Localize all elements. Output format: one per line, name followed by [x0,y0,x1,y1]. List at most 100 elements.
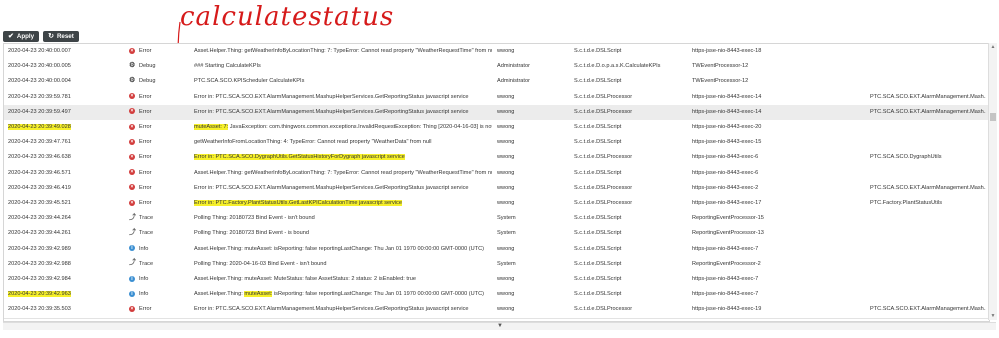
log-row[interactable]: 2020-04-23 20:39:35.503 × Error Error in: P… [4,302,989,319]
timestamp-text: 2020-04-23 20:39:42.989 [8,245,71,252]
timestamp-text: 2020-04-23 20:39:42.963 [8,291,71,298]
user-cell: System [497,260,516,267]
scroll-down-icon[interactable]: ▼ [990,313,996,319]
trace-icon: ⤴ [129,259,136,267]
log-row[interactable]: 2020-04-23 20:39:45.521 × Error Error in: P… [4,196,989,213]
scroll-up-icon[interactable]: ▲ [990,44,996,50]
user-cell: wwong [497,48,515,54]
user-cell: wwong [497,108,515,115]
message-cell: ### Starting CalculateKPIs [194,59,492,74]
message-cell: Asset.Helper.Thing: getWeatherInfoByLoca… [194,44,492,59]
log-row[interactable]: 2020-04-23 20:39:42.963 i Info Asset.Helper… [4,287,989,304]
level-cell: i Info [129,272,185,287]
message-text: JavaException: com.thingworx.common.exce… [228,124,492,130]
message-text: Error in: PTC.Factory.PlantStatusUtils.G… [194,200,402,206]
log-row[interactable]: 2020-04-23 20:39:49.028 × Error muteAsset: … [4,120,989,137]
level-text: Error [139,108,152,115]
level-cell: × Error [129,150,185,165]
timestamp-cell: 2020-04-23 20:39:47.761 [8,135,100,150]
level-cell: × Error [129,44,185,59]
source-cell: S.c.t.d.e.DSLProcessor [574,184,633,191]
source-cell: S.c.t.d.e.D.o.p.a.s.K.CalculateKPIs [574,63,661,70]
user-cell: wwong [497,306,515,313]
instance-cell: https-jsse-nio-8443-exec-14 [692,93,762,100]
level-text: Error [139,93,152,100]
log-row[interactable]: 2020-04-23 20:39:44.264 ⤴ Trace Polling Thi… [4,211,989,228]
timestamp-text: 2020-04-23 20:39:46.638 [8,154,71,161]
message-cell: Polling Thing: 20180723 Bind Event - isn… [194,211,492,226]
level-cell: × Error [129,181,185,196]
timestamp-text: 2020-04-23 20:39:44.264 [8,215,71,222]
timestamp-text: 2020-04-23 20:39:42.984 [8,276,71,282]
user-cell: wwong [497,291,515,298]
debug-icon: ⚙ [129,76,136,84]
user-cell: wwong [497,93,515,100]
log-row[interactable]: 2020-04-23 20:40:00.004 ⚙ Debug PTC.SCA.SCO… [4,74,989,91]
user-cell: System [497,230,516,237]
log-row[interactable]: 2020-04-23 20:39:46.638 × Error Error in: P… [4,150,989,167]
message-text: getWeatherInfoFromLocationThing: 4: Type… [194,139,432,146]
log-row[interactable]: 2020-04-23 20:39:59.497 × Error Error in: P… [4,104,989,121]
log-row[interactable]: 2020-04-23 20:39:42.989 i Info Asset.Helper… [4,241,989,258]
vertical-scrollbar[interactable]: ▲ ▼ [988,43,997,320]
level-cell: i Info [129,242,185,257]
timestamp-cell: 2020-04-23 20:39:35.503 [8,302,100,317]
context-cell [870,166,986,181]
level-text: Error [139,184,152,191]
context-cell: PTC.SCA.SCO.EXT.AlarmManagement.Mash... [870,93,986,100]
log-row[interactable]: 2020-04-23 20:40:00.007 × Error Asset.Helpe… [4,44,989,61]
level-cell: ⚙ Debug [129,74,185,89]
error-icon: × [129,93,135,100]
context-cell [870,242,986,257]
source-cell: S.c.t.d.e.DSLScript [574,139,622,146]
user-cell: wwong [497,154,515,161]
log-row[interactable]: 2020-04-23 20:39:46.419 × Error Error in: P… [4,180,989,197]
timestamp-text: 2020-04-23 20:40:00.004 [8,78,71,85]
log-row[interactable]: 2020-04-23 20:39:59.781 × Error Error in: P… [4,89,989,106]
message-cell: Asset.Helper.Thing: muteAsset: isReporti… [194,242,492,257]
level-cell: ⤴ Trace [129,226,185,241]
log-row[interactable]: 2020-04-23 20:39:46.571 × Error Asset.Helpe… [4,165,989,182]
log-grid: 2020-04-23 20:40:00.007 × Error Asset.Helpe… [3,43,990,322]
message-cell: Error in: PTC.SCA.SCO.EXT.AlarmManagemen… [194,302,492,317]
handwritten-annotation: calculatestatus [180,2,395,32]
check-icon: ✔ [8,33,14,40]
level-text: Error [139,48,152,54]
instance-cell: https-jsse-nio-8443-exec-2 [692,184,759,191]
level-text: Trace [139,215,154,222]
instance-cell: ReportingEventProcessor-13 [692,230,764,237]
timestamp-cell: 2020-04-23 20:39:46.419 [8,181,100,196]
horizontal-resize-bar[interactable]: ▼ [3,322,996,330]
resize-grip-icon[interactable]: ▼ [497,323,503,329]
timestamp-cell: 2020-04-23 20:39:59.497 [8,105,100,120]
info-icon: i [129,275,135,282]
message-text: ### Starting CalculateKPIs [194,63,261,70]
log-row[interactable]: 2020-04-23 20:39:42.984 i Info Asset.Helper… [4,272,989,289]
source-cell: S.c.t.d.e.DSLProcessor [574,154,633,161]
context-cell: PTC.SCA.SCO.EXT.AlarmManagement.Mash... [870,306,986,313]
level-text: Info [139,276,149,282]
context-cell [870,59,986,74]
log-row[interactable]: 2020-04-23 20:39:47.761 × Error getWeatherI… [4,135,989,152]
message-cell: Error in: PTC.SCA.SCO.EXT.AlarmManagemen… [194,105,492,120]
message-text: Error in: PTC.SCA.SCO.DygraphUtils.GetSt… [194,154,405,161]
level-text: Error [139,169,152,176]
message-cell: Asset.Helper.Thing: muteAsset: isReporti… [194,287,492,302]
timestamp-text: 2020-04-23 20:39:49.028 [8,124,71,130]
instance-cell: TWEventProcessor-12 [692,78,749,85]
log-row[interactable]: 2020-04-23 20:39:42.988 ⤴ Trace Polling Thi… [4,256,989,273]
log-row[interactable]: 2020-04-23 20:39:44.261 ⤴ Trace Polling Thi… [4,226,989,243]
level-cell: × Error [129,105,185,120]
message-cell: Asset.Helper.Thing: muteAsset: MuteStatu… [194,272,492,287]
log-row[interactable]: 2020-04-23 20:40:00.005 ⚙ Debug ### Startin… [4,59,989,76]
timestamp-text: 2020-04-23 20:39:46.571 [8,169,71,176]
instance-cell: https-jsse-nio-8443-exec-14 [692,108,762,115]
source-cell: S.c.t.d.e.DSLScript [574,215,622,222]
source-cell: S.c.t.d.e.DSLScript [574,48,622,54]
error-icon: × [129,123,135,130]
timestamp-text: 2020-04-23 20:39:45.521 [8,200,71,206]
timestamp-cell: 2020-04-23 20:39:45.521 [8,196,100,211]
reset-button[interactable]: ↻ Reset [43,31,79,42]
apply-button[interactable]: ✔ Apply [3,31,40,42]
scroll-thumb[interactable] [990,113,996,121]
